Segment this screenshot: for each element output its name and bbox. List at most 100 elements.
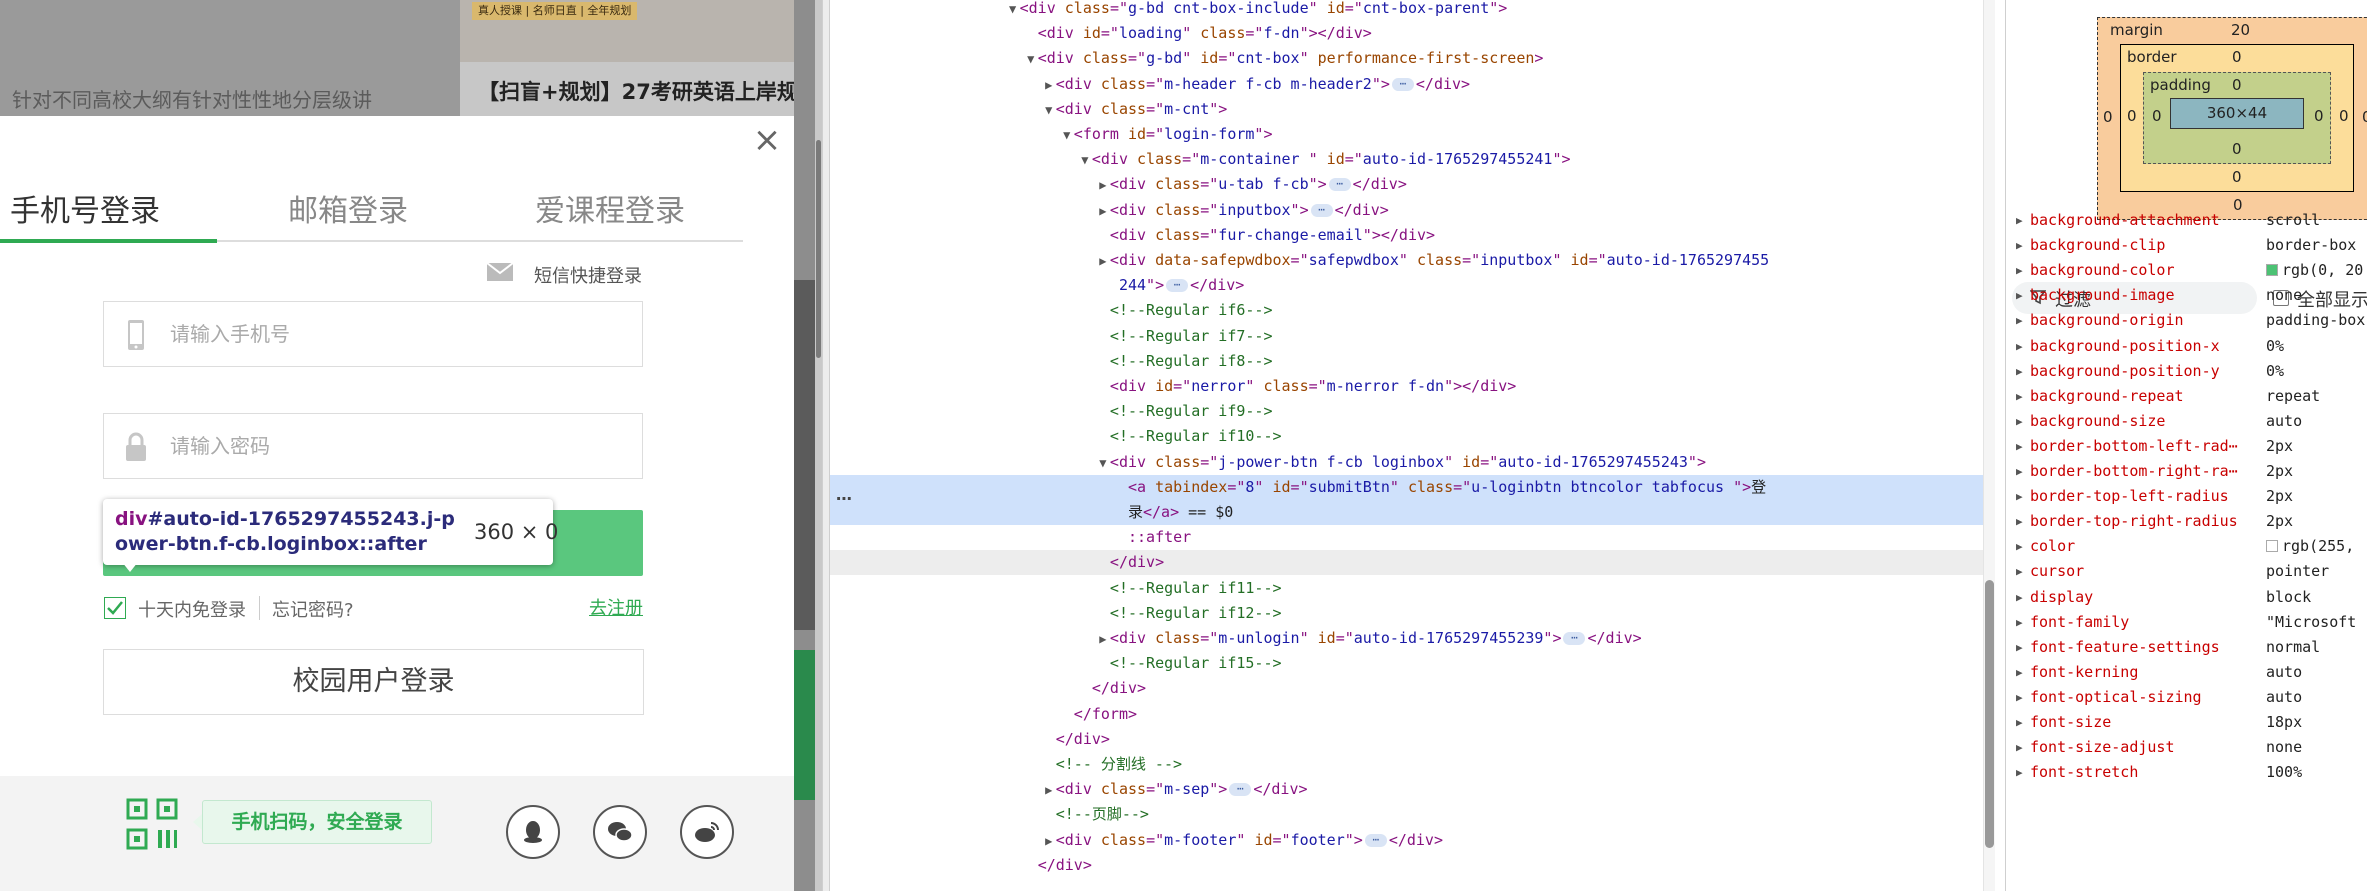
collapse-arrow-icon[interactable]: ▼ (1024, 47, 1038, 72)
dom-node-line[interactable]: <!--Regular if8--> (830, 349, 1995, 374)
margin-right[interactable]: 0 (2362, 108, 2367, 126)
dom-node-line[interactable]: 244"> ⋯ </div> (830, 273, 1995, 298)
expand-arrow-icon[interactable]: ▶ (1096, 249, 1110, 274)
margin-top[interactable]: 20 (2231, 21, 2250, 39)
collapsed-ellipsis-icon[interactable]: ⋯ (1166, 279, 1189, 293)
expand-arrow-icon[interactable]: ▶ (2016, 258, 2028, 283)
dom-node-line[interactable]: </div> (830, 727, 1995, 752)
computed-property-row[interactable]: ▶ font-family "Microsoft (2012, 610, 2367, 635)
dom-node-line[interactable]: <div id="nerror" class="m-nerror f-dn"><… (830, 374, 1995, 399)
color-swatch-icon[interactable] (2266, 540, 2278, 553)
computed-property-row[interactable]: ▶ border-top-right-radius 2px (2012, 509, 2367, 534)
computed-property-row[interactable]: ▶ border-bottom-right-ra⋯ 2px (2012, 459, 2367, 484)
dom-node-line[interactable]: ▶ <div data-safepwdbox="safepwdbox" class… (830, 248, 1995, 273)
dom-node-line[interactable]: <div id="loading" class="f-dn"></div> (830, 21, 1995, 46)
expand-arrow-icon[interactable]: ▶ (2016, 459, 2028, 484)
computed-property-row[interactable]: ▶ background-image none (2012, 283, 2367, 308)
expand-arrow-icon[interactable]: ▶ (2016, 509, 2028, 534)
password-input[interactable] (170, 414, 630, 478)
dom-node-line[interactable]: ▼ <div class="g-bd cnt-box-include" id="c… (830, 0, 1995, 21)
expand-arrow-icon[interactable]: ▶ (2016, 384, 2028, 409)
qr-login-tip[interactable]: 手机扫码，安全登录 (202, 800, 432, 844)
computed-property-row[interactable]: ▶ background-position-y 0% (2012, 359, 2367, 384)
margin-left[interactable]: 0 (2103, 108, 2113, 126)
expand-arrow-icon[interactable]: ▶ (2016, 610, 2028, 635)
weibo-login-button[interactable] (680, 805, 734, 859)
dom-node-line[interactable]: <!--Regular if6--> (830, 298, 1995, 323)
register-link[interactable]: 去注册 (589, 594, 643, 620)
collapsed-ellipsis-icon[interactable]: ⋯ (1310, 203, 1333, 217)
computed-property-row[interactable]: ▶ display block (2012, 585, 2367, 610)
qr-code-icon[interactable] (126, 798, 178, 850)
dom-node-line[interactable]: ▶ <div class="u-tab f-cb"> ⋯ </div> (830, 172, 1995, 197)
campus-login-button[interactable]: 校园用户登录 (103, 649, 644, 715)
dom-node-line[interactable]: <div class="fur-change-email"></div> (830, 223, 1995, 248)
collapsed-ellipsis-icon[interactable]: ⋯ (1229, 783, 1252, 797)
dom-node-line[interactable]: <!--页脚--> (830, 802, 1995, 827)
border-top[interactable]: 0 (2232, 48, 2242, 66)
remember-label[interactable]: 十天内免登录 (138, 596, 246, 622)
expand-arrow-icon[interactable]: ▶ (2016, 283, 2028, 308)
dom-node-line[interactable]: ▶ <div class="inputbox"> ⋯ </div> (830, 198, 1995, 223)
expand-arrow-icon[interactable]: ▶ (2016, 760, 2028, 785)
expand-arrow-icon[interactable]: ▶ (2016, 334, 2028, 359)
computed-property-row[interactable]: ▶ background-position-x 0% (2012, 334, 2367, 359)
expand-arrow-icon[interactable]: ▶ (2016, 559, 2028, 584)
computed-property-row[interactable]: ▶ font-size 18px (2012, 710, 2367, 735)
computed-property-row[interactable]: ▶ border-top-left-radius 2px (2012, 484, 2367, 509)
dom-node-line[interactable]: ▶ <div class="m-footer" id="footer"> ⋯ </di… (830, 828, 1995, 853)
computed-property-row[interactable]: ▶ border-bottom-left-rad⋯ 2px (2012, 434, 2367, 459)
expand-arrow-icon[interactable]: ▶ (1042, 73, 1056, 98)
border-right[interactable]: 0 (2339, 107, 2349, 125)
collapse-arrow-icon[interactable]: ▼ (1060, 123, 1074, 148)
expand-arrow-icon[interactable]: ▶ (2016, 660, 2028, 685)
page-scrollbar-thumb[interactable] (816, 140, 821, 358)
dom-node-line[interactable]: ▼ <div class="j-power-btn f-cb loginbox" … (830, 450, 1995, 475)
padding-left[interactable]: 0 (2152, 107, 2162, 125)
expand-arrow-icon[interactable]: ▶ (1042, 778, 1056, 803)
elements-scrollbar-thumb[interactable] (1985, 580, 1994, 848)
expand-arrow-icon[interactable]: ▶ (2016, 585, 2028, 610)
page-scrollbar[interactable] (815, 0, 822, 891)
dom-node-line[interactable]: <!-- 分割线 --> (830, 752, 1995, 777)
computed-property-row[interactable]: ▶ color rgb(255, (2012, 534, 2367, 559)
collapse-arrow-icon[interactable]: ▼ (1078, 148, 1092, 173)
dom-node-line[interactable]: <!--Regular if7--> (830, 324, 1995, 349)
computed-property-row[interactable]: ▶ cursor pointer (2012, 559, 2367, 584)
dom-node-line[interactable]: ▶ <div class="m-unlogin" id="auto-id-1765… (830, 626, 1995, 651)
dom-node-line[interactable]: </form> (830, 702, 1995, 727)
collapse-arrow-icon[interactable]: ▼ (1006, 0, 1020, 22)
computed-property-row[interactable]: ▶ font-size-adjust none (2012, 735, 2367, 760)
dom-node-line[interactable]: ▼ <div class="m-cnt"> (830, 97, 1995, 122)
computed-property-row[interactable]: ▶ font-feature-settings normal (2012, 635, 2367, 660)
collapsed-ellipsis-icon[interactable]: ⋯ (1364, 833, 1387, 847)
wechat-login-button[interactable] (593, 805, 647, 859)
collapse-arrow-icon[interactable]: ▼ (1096, 451, 1110, 476)
phone-input[interactable] (170, 302, 630, 366)
expand-arrow-icon[interactable]: ▶ (2016, 208, 2028, 233)
tab-icourse-login[interactable]: 爱课程登录 (535, 186, 685, 230)
dom-node-line[interactable]: <!--Regular if10--> (830, 424, 1995, 449)
computed-property-row[interactable]: ▶ background-color rgb(0, 20 (2012, 258, 2367, 283)
collapsed-ellipsis-icon[interactable]: ⋯ (1391, 77, 1414, 91)
computed-property-row[interactable]: ▶ background-clip border-box (2012, 233, 2367, 258)
remember-checkbox[interactable] (104, 597, 126, 619)
expand-arrow-icon[interactable]: ▶ (2016, 735, 2028, 760)
dom-node-line[interactable]: <!--Regular if12--> (830, 601, 1995, 626)
expand-arrow-icon[interactable]: ▶ (1096, 173, 1110, 198)
computed-property-row[interactable]: ▶ font-optical-sizing auto (2012, 685, 2367, 710)
collapsed-ellipsis-icon[interactable]: ⋯ (1328, 178, 1351, 192)
expand-arrow-icon[interactable]: ▶ (2016, 484, 2028, 509)
padding-top[interactable]: 0 (2232, 76, 2242, 94)
dom-node-line[interactable]: </div> (830, 853, 1995, 878)
computed-property-row[interactable]: ▶ background-origin padding-box (2012, 308, 2367, 333)
forgot-password-link[interactable]: 忘记密码? (272, 596, 354, 622)
more-options-icon[interactable]: ⋯ (836, 489, 852, 508)
computed-property-row[interactable]: ▶ font-kerning auto (2012, 660, 2367, 685)
collapsed-ellipsis-icon[interactable]: ⋯ (1563, 632, 1586, 645)
expand-arrow-icon[interactable]: ▶ (2016, 534, 2028, 559)
box-model-content[interactable]: 360×44 (2170, 98, 2304, 129)
expand-arrow-icon[interactable]: ▶ (1096, 627, 1110, 652)
dom-node-line[interactable]: </div> (830, 550, 1995, 576)
sms-login-link[interactable]: 短信快捷登录 (534, 262, 642, 288)
